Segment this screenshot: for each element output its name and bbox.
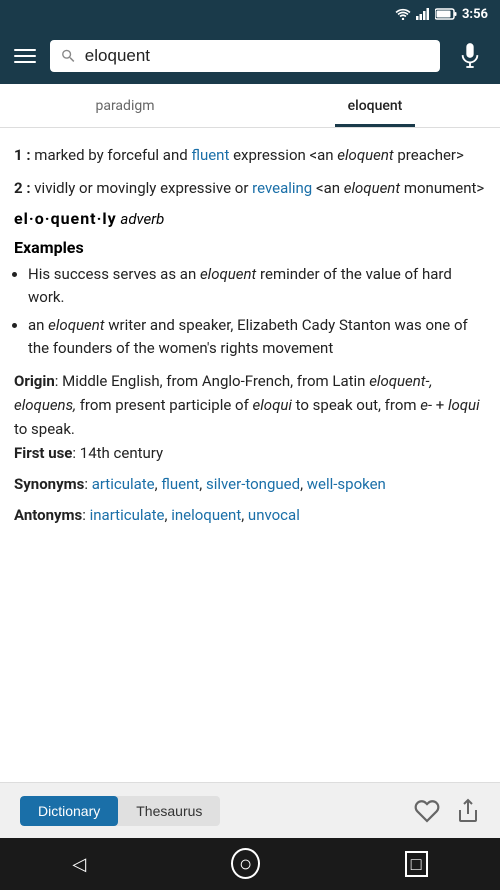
mic-icon xyxy=(459,42,481,70)
link-revealing[interactable]: revealing xyxy=(252,179,312,197)
wifi-icon xyxy=(395,8,411,20)
favorite-button[interactable] xyxy=(414,797,440,824)
hamburger-button[interactable] xyxy=(10,45,40,67)
synonym-well-spoken[interactable]: well-spoken xyxy=(307,475,386,493)
examples-section: Examples His success serves as an eloque… xyxy=(14,238,486,359)
synonyms-block: Synonyms: articulate, fluent, silver-ton… xyxy=(14,473,486,496)
search-input-wrapper xyxy=(50,40,440,72)
nav-bar: ◁ ○ □ xyxy=(0,838,500,890)
home-icon: ○ xyxy=(231,848,260,879)
hamburger-line-1 xyxy=(14,49,36,51)
search-icon xyxy=(60,47,77,65)
hamburger-line-2 xyxy=(14,55,36,57)
mic-button[interactable] xyxy=(450,36,490,76)
back-icon: ◁ xyxy=(72,854,86,874)
signal-icon xyxy=(416,8,430,20)
thesaurus-toggle-button[interactable]: Thesaurus xyxy=(118,796,220,826)
antonym-ineloquent[interactable]: ineloquent xyxy=(171,506,241,524)
example-2: an eloquent writer and speaker, Elizabet… xyxy=(28,314,486,359)
hamburger-line-3 xyxy=(14,61,36,63)
recent-apps-button[interactable]: □ xyxy=(385,845,448,884)
tab-paradigm[interactable]: paradigm xyxy=(0,84,250,127)
example-1: His success serves as an eloquent remind… xyxy=(28,263,486,308)
synonym-fluent[interactable]: fluent xyxy=(161,475,199,493)
synonym-articulate[interactable]: articulate xyxy=(92,475,155,493)
back-button[interactable]: ◁ xyxy=(52,845,106,884)
link-fluent[interactable]: fluent xyxy=(191,146,229,164)
content-area[interactable]: 1 : marked by forceful and fluent expres… xyxy=(0,128,500,782)
antonym-unvocal[interactable]: unvocal xyxy=(248,506,300,524)
share-button[interactable] xyxy=(456,797,480,824)
battery-icon xyxy=(435,8,457,20)
time-display: 3:56 xyxy=(462,7,488,22)
recent-apps-icon: □ xyxy=(405,851,428,877)
bottom-actions xyxy=(414,797,480,824)
synonym-silver-tongued[interactable]: silver-tongued xyxy=(206,475,300,493)
origin-block: Origin: Middle English, from Anglo-Frenc… xyxy=(14,369,486,465)
antonyms-block: Antonyms: inarticulate, ineloquent, unvo… xyxy=(14,504,486,527)
definition-1: 1 : marked by forceful and fluent expres… xyxy=(14,144,486,167)
word-form: el·o·quent·ly adverb xyxy=(14,209,486,228)
bottom-bar: Dictionary Thesaurus xyxy=(0,782,500,838)
definition-2: 2 : vividly or movingly expressive or re… xyxy=(14,177,486,200)
home-button[interactable]: ○ xyxy=(211,843,280,885)
antonym-inarticulate[interactable]: inarticulate xyxy=(90,506,165,524)
search-bar xyxy=(0,28,500,84)
status-bar: 3:56 xyxy=(0,0,500,28)
share-icon xyxy=(456,798,480,824)
search-input[interactable] xyxy=(85,46,430,66)
status-icons: 3:56 xyxy=(395,7,488,22)
dict-thesaurus-toggle: Dictionary Thesaurus xyxy=(20,796,220,826)
tab-bar: paradigm eloquent xyxy=(0,84,500,128)
examples-title: Examples xyxy=(14,238,486,257)
dictionary-toggle-button[interactable]: Dictionary xyxy=(20,796,118,826)
tab-eloquent[interactable]: eloquent xyxy=(250,84,500,127)
examples-list: His success serves as an eloquent remind… xyxy=(14,263,486,359)
heart-icon xyxy=(414,798,440,824)
